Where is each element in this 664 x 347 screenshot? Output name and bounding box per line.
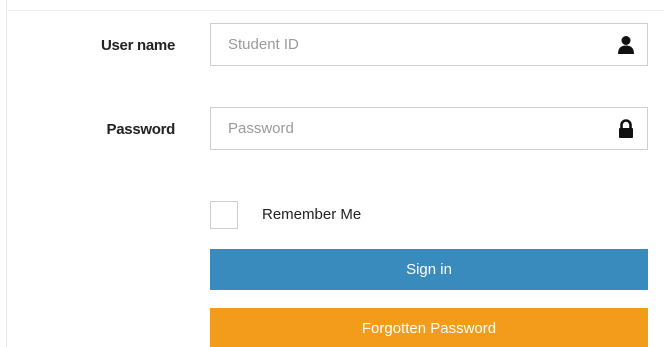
remember-me-label[interactable]: Remember Me: [262, 206, 361, 223]
password-label: Password: [106, 121, 176, 138]
panel-top-border: [6, 10, 664, 11]
password-input[interactable]: [211, 108, 647, 149]
user-icon: [617, 35, 635, 55]
panel-left-border: [6, 0, 7, 347]
username-field-wrapper: [210, 23, 648, 66]
sign-in-button[interactable]: Sign in: [210, 249, 648, 290]
username-label: User name: [100, 37, 175, 54]
username-input[interactable]: [211, 24, 647, 65]
password-field-wrapper: [210, 107, 648, 150]
lock-icon: [617, 119, 635, 139]
forgotten-password-button[interactable]: Forgotten Password: [210, 308, 648, 347]
remember-me-checkbox[interactable]: [210, 201, 238, 229]
